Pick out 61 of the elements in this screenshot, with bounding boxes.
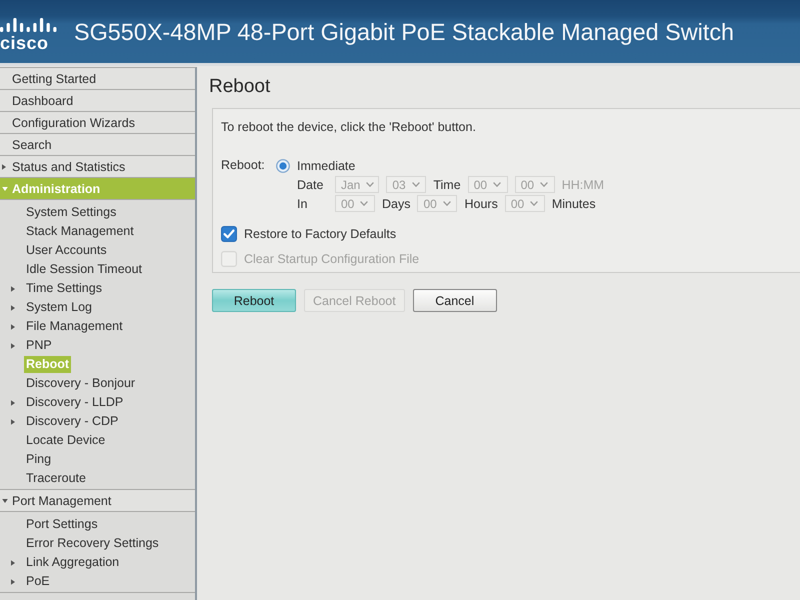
- caret-right-icon[interactable]: [11, 286, 15, 292]
- nav-item[interactable]: Stack Management: [24, 223, 136, 240]
- caret-right-icon[interactable]: [11, 560, 15, 566]
- nav-item[interactable]: Discovery - LLDP: [24, 394, 126, 411]
- checkbox-label: Restore to Factory Defaults: [244, 226, 396, 240]
- caret-right-icon[interactable]: [11, 324, 15, 330]
- caret-right-icon[interactable]: [2, 164, 6, 170]
- nav-item[interactable]: File Management: [24, 318, 125, 335]
- chevron-down-icon: [366, 182, 374, 187]
- nav-item[interactable]: Ping: [24, 451, 54, 468]
- field-label: Date: [297, 178, 324, 192]
- nav-item[interactable]: Locate Device: [24, 432, 108, 449]
- nav-item[interactable]: Discovery - CDP: [24, 413, 120, 430]
- product-title: SG550X-48MP 48-Port Gigabit PoE Stackable Managed Switch: [73, 18, 734, 46]
- nav-item[interactable]: Getting Started: [0, 68, 195, 90]
- nav-item[interactable]: Status and Statistics: [0, 156, 195, 178]
- logo-wordmark: cisco: [0, 34, 49, 52]
- checkbox[interactable]: [221, 226, 237, 242]
- nav-item[interactable]: Idle Session Timeout: [24, 261, 144, 278]
- nav-item[interactable]: Link Aggregation: [24, 554, 122, 571]
- nav-item[interactable]: Port Management: [0, 490, 195, 512]
- caret-down-icon[interactable]: [2, 498, 8, 502]
- radio-button[interactable]: [276, 158, 290, 172]
- caret-right-icon[interactable]: [11, 418, 15, 424]
- field-label: In: [297, 196, 308, 210]
- page-title: Reboot: [209, 76, 272, 98]
- radio-label: Immediate: [297, 158, 356, 172]
- chevron-down-icon: [360, 201, 368, 206]
- nav-item[interactable]: PoE: [24, 573, 52, 590]
- nav-item[interactable]: Error Recovery Settings: [24, 535, 161, 552]
- secondary-button[interactable]: Cancel: [412, 289, 497, 312]
- chevron-down-icon: [493, 182, 502, 187]
- field-label: Reboot:: [221, 157, 266, 174]
- format-hint: HH:MM: [562, 178, 604, 192]
- nav-item[interactable]: Search: [0, 134, 195, 156]
- nav-item[interactable]: System Log: [24, 299, 94, 316]
- caret-right-icon[interactable]: [11, 304, 15, 310]
- nav-item[interactable]: Traceroute: [24, 470, 88, 487]
- instruction-text: To reboot the device, click the 'Reboot' button.: [221, 119, 477, 135]
- nav-item[interactable]: Time Settings: [24, 280, 104, 297]
- field-label: Hours: [464, 196, 498, 210]
- nav-item[interactable]: User Accounts: [24, 242, 109, 259]
- chevron-down-icon: [412, 182, 420, 187]
- nav-item[interactable]: Configuration Wizards: [0, 112, 195, 134]
- nav-item[interactable]: Port Settings: [24, 516, 100, 533]
- caret-right-icon[interactable]: [11, 578, 15, 584]
- nav-item[interactable]: PNP: [24, 337, 54, 354]
- field-label: Days: [382, 196, 410, 210]
- nav-item[interactable]: Dashboard: [0, 90, 195, 112]
- primary-button[interactable]: Reboot: [212, 289, 296, 312]
- caret-right-icon[interactable]: [11, 342, 15, 348]
- nav-item[interactable]: Discovery - Bonjour: [24, 375, 138, 392]
- nav-item[interactable]: System Settings: [24, 204, 118, 221]
- caret-right-icon[interactable]: [11, 400, 15, 406]
- chevron-down-icon: [530, 201, 538, 206]
- field-label: Minutes: [552, 196, 596, 210]
- chevron-down-icon: [442, 201, 451, 206]
- field-label: Time: [433, 178, 461, 192]
- logo-bars-icon: [0, 18, 58, 32]
- checkbox-label: Clear Startup Configuration File: [244, 252, 420, 266]
- chevron-down-icon: [540, 182, 548, 187]
